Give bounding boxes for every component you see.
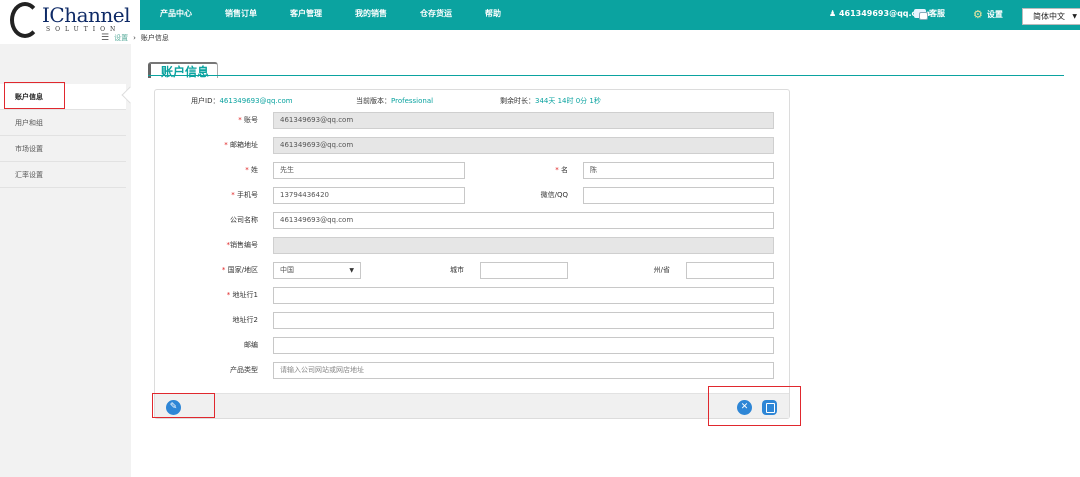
address1-input[interactable] [273, 287, 774, 304]
address1-label: * 地址行1 [200, 290, 258, 300]
sidebar-item-exchange-rate[interactable]: 汇率设置 [0, 162, 126, 188]
nav-warehouse[interactable]: 仓存货运 [420, 0, 452, 30]
required-mark: * [245, 166, 249, 174]
account-label: * 账号 [200, 115, 258, 125]
logo-subtext: SOLUTION [46, 26, 121, 33]
highlight-box-edit [152, 393, 215, 418]
country-label: * 国家/地区 [200, 265, 258, 275]
version-label: 当前版本： [356, 97, 391, 105]
state-label: 州/省 [653, 266, 670, 274]
required-mark: * [238, 116, 242, 124]
address2-input[interactable] [273, 312, 774, 329]
wechat-input[interactable] [583, 187, 774, 204]
remaining-label: 剩余时长： [500, 97, 535, 105]
main-nav: 产品中心 销售订单 客户管理 我的销售 仓存货运 帮助 [160, 0, 534, 30]
country-label-text: 国家/地区 [227, 266, 258, 274]
required-mark: * [555, 166, 559, 174]
email-label-text: 邮箱地址 [230, 141, 258, 149]
required-mark: * [221, 266, 226, 274]
logo-mark [10, 2, 40, 38]
sales-code-label: *销售编号 [200, 240, 259, 250]
postcode-label: 邮编 [244, 341, 258, 349]
version-info: 当前版本：Professional [356, 96, 433, 106]
last-name-label: * 姓 [200, 165, 258, 175]
menu-icon[interactable]: ☰ [101, 33, 109, 43]
nav-products[interactable]: 产品中心 [160, 0, 192, 30]
nav-customers[interactable]: 客户管理 [290, 0, 322, 30]
account-label-text: 账号 [244, 116, 258, 124]
sales-code-field [273, 237, 774, 254]
user-id-info: 用户ID：461349693@qq.com [191, 96, 293, 106]
form-footer [155, 393, 789, 418]
nav-sales-orders[interactable]: 销售订单 [225, 0, 257, 30]
breadcrumb-separator: › [133, 34, 136, 42]
company-label: 公司名称 [230, 216, 258, 224]
gear-icon: ⚙ [973, 8, 983, 21]
first-name-input[interactable]: 陈 [583, 162, 774, 179]
customer-service-button[interactable]: 客服 [914, 8, 945, 20]
first-name-label-text: 名 [561, 166, 568, 174]
email-label: * 邮箱地址 [200, 140, 258, 150]
country-select[interactable]: 中国 ▼ [273, 262, 361, 279]
state-input[interactable] [686, 262, 774, 279]
remaining-value: 344天 14时 0分 1秒 [535, 97, 601, 105]
email-field: 461349693@qq.com [273, 137, 774, 154]
user-id-label: 用户ID： [191, 97, 220, 105]
breadcrumb: ☰ 设置 › 账户信息 [101, 33, 169, 43]
chevron-down-icon: ▼ [1072, 13, 1077, 20]
phone-label: * 手机号 [200, 190, 258, 200]
highlight-box-actions [708, 386, 801, 426]
section-divider [148, 75, 1064, 76]
nav-help[interactable]: 帮助 [485, 0, 501, 30]
address1-label-text: 地址行1 [232, 291, 258, 299]
language-select[interactable]: 简体中文 ▼ [1022, 8, 1080, 25]
remaining-info: 剩余时长：344天 14时 0分 1秒 [500, 96, 601, 106]
city-input[interactable] [480, 262, 568, 279]
city-label: 城市 [450, 266, 464, 274]
nav-my-sales[interactable]: 我的销售 [355, 0, 387, 30]
chat-icon [914, 9, 928, 20]
wechat-label: 微信/QQ [540, 191, 568, 199]
sidebar-item-users-groups[interactable]: 用户和组 [0, 110, 126, 136]
settings-label: 设置 [986, 10, 1003, 19]
breadcrumb-settings[interactable]: 设置 [114, 33, 128, 43]
last-name-label-text: 姓 [251, 166, 258, 174]
product-type-input[interactable]: 请输入公司网站或网店地址 [273, 362, 774, 379]
country-value: 中国 [280, 266, 294, 274]
language-value: 简体中文 [1033, 12, 1065, 21]
user-icon: ♟ [829, 9, 837, 18]
highlight-box-sidebar [4, 82, 65, 109]
account-field: 461349693@qq.com [273, 112, 774, 129]
required-mark: * [224, 141, 228, 149]
chevron-down-icon: ▼ [349, 267, 354, 274]
last-name-input[interactable]: 先生 [273, 162, 465, 179]
phone-input[interactable]: 13794436420 [273, 187, 465, 204]
user-id-value: 461349693@qq.com [219, 97, 293, 105]
customer-service-label: 客服 [929, 9, 945, 18]
sidebar-item-market-settings[interactable]: 市场设置 [0, 136, 126, 162]
settings-button[interactable]: ⚙ 设置 [973, 8, 1003, 21]
phone-label-text: 手机号 [237, 191, 258, 199]
required-mark: * [231, 191, 235, 199]
logo-text: IChannel [42, 3, 131, 27]
required-mark: * [226, 291, 231, 299]
version-value: Professional [391, 97, 434, 105]
product-type-label: 产品类型 [230, 366, 258, 374]
first-name-label: * 名 [520, 165, 568, 175]
address2-label: 地址行2 [232, 316, 258, 324]
company-input[interactable]: 461349693@qq.com [273, 212, 774, 229]
breadcrumb-current: 账户信息 [140, 34, 169, 42]
sales-code-label-text: 销售编号 [230, 241, 258, 249]
postcode-input[interactable] [273, 337, 774, 354]
